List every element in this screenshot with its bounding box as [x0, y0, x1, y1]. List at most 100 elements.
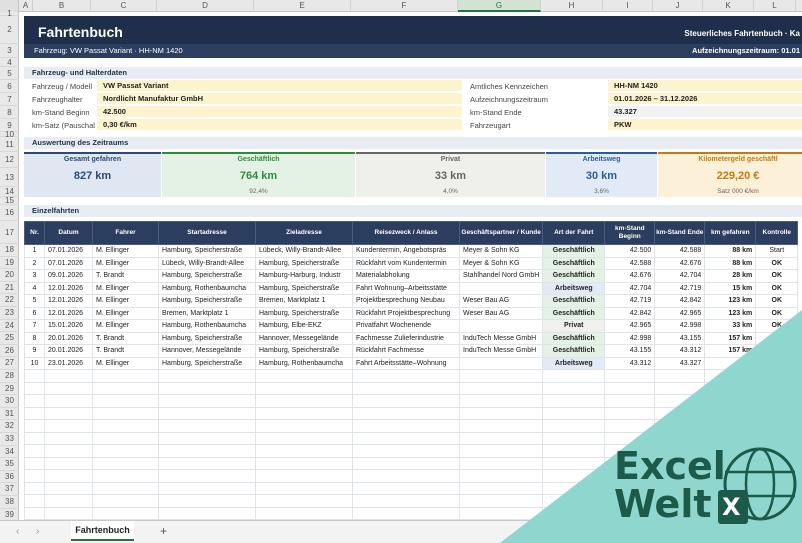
row-header[interactable]: 32 — [0, 420, 19, 433]
row-header[interactable]: 22 — [0, 294, 19, 307]
table-row[interactable]: 2 07.01.2026 M. Ellinger Lübeck, Willy-Bran… — [24, 256, 799, 270]
table-cell[interactable] — [44, 369, 93, 383]
table-cell[interactable]: InduTech Messe GmbH — [458, 331, 544, 345]
row-header[interactable]: 21 — [0, 282, 19, 295]
row-header[interactable]: 12 — [0, 152, 19, 168]
table-cell[interactable] — [44, 481, 93, 495]
row-header[interactable]: 19 — [0, 257, 19, 270]
table-cell[interactable]: Fachmesse Zulieferindustrie — [352, 331, 460, 345]
table-cell[interactable]: 88 km — [704, 244, 757, 258]
row-header[interactable]: 26 — [0, 345, 19, 358]
table-cell[interactable]: Geschäftlich — [542, 269, 606, 283]
table-cell[interactable]: T. Brandt — [92, 344, 159, 358]
table-cell[interactable]: 157 km — [704, 331, 757, 345]
table-cell[interactable] — [92, 506, 159, 520]
table-cell[interactable] — [44, 456, 93, 470]
table-cell[interactable] — [44, 431, 93, 445]
table-cell[interactable] — [24, 494, 45, 508]
table-cell[interactable] — [92, 444, 159, 458]
table-cell[interactable] — [255, 369, 353, 383]
table-cell[interactable]: Lübeck, Willy-Brandt-Allee — [255, 244, 353, 258]
km-start-value[interactable]: 42.500 — [97, 106, 462, 118]
table-cell[interactable]: Hamburg, Rothenbaumcha — [158, 281, 256, 295]
table-cell[interactable]: 43.312 — [604, 356, 656, 370]
table-row[interactable]: 6 12.01.2026 M. Ellinger Bremen, Marktplatz… — [24, 306, 799, 320]
table-cell[interactable] — [24, 431, 45, 445]
table-cell[interactable] — [704, 406, 757, 420]
table-cell[interactable] — [255, 456, 353, 470]
table-cell[interactable] — [604, 419, 656, 433]
table-cell[interactable] — [92, 469, 159, 483]
table-cell[interactable] — [352, 419, 460, 433]
table-cell[interactable] — [92, 406, 159, 420]
table-cell[interactable]: M. Ellinger — [92, 356, 159, 370]
table-cell[interactable] — [542, 456, 606, 470]
row-header[interactable]: 37 — [0, 483, 19, 496]
row-header[interactable]: 33 — [0, 433, 19, 446]
table-cell[interactable]: OK — [755, 294, 799, 308]
table-cell[interactable] — [158, 394, 256, 408]
table-cell[interactable] — [604, 381, 656, 395]
table-cell[interactable] — [44, 406, 93, 420]
table-cell[interactable] — [255, 419, 353, 433]
table-cell[interactable]: 6 — [24, 306, 45, 320]
table-cell[interactable] — [755, 469, 799, 483]
column-header-h[interactable]: H — [541, 0, 603, 12]
table-cell[interactable] — [542, 494, 606, 508]
table-cell[interactable] — [255, 469, 353, 483]
table-cell[interactable] — [255, 394, 353, 408]
table-cell[interactable] — [92, 419, 159, 433]
table-cell[interactable]: 42.588 — [604, 256, 656, 270]
table-cell[interactable]: Kundentermin, Angebotspräs — [352, 244, 460, 258]
table-cell[interactable] — [458, 356, 544, 370]
table-cell[interactable] — [704, 356, 757, 370]
row-header[interactable]: 34 — [0, 446, 19, 459]
table-cell[interactable]: Rückfahrt Fachmesse — [352, 344, 460, 358]
table-cell[interactable]: Hamburg, Speicherstraße — [255, 256, 353, 270]
row-header[interactable]: 3 — [0, 44, 19, 58]
table-cell[interactable]: Hamburg, Speicherstraße — [255, 306, 353, 320]
table-cell[interactable] — [458, 431, 544, 445]
table-cell[interactable] — [704, 431, 757, 445]
table-cell[interactable]: OK — [755, 331, 799, 345]
table-cell[interactable]: 42.676 — [604, 269, 656, 283]
table-cell[interactable]: Hamburg-Harburg, Industr — [255, 269, 353, 283]
row-header[interactable]: 29 — [0, 383, 19, 396]
table-cell[interactable] — [92, 494, 159, 508]
table-cell[interactable]: Lübeck, Willy-Brandt-Allee — [158, 256, 256, 270]
table-cell[interactable] — [542, 381, 606, 395]
table-cell[interactable] — [458, 319, 544, 333]
table-cell[interactable] — [24, 381, 45, 395]
table-cell[interactable] — [542, 419, 606, 433]
table-cell[interactable]: 5 — [24, 294, 45, 308]
table-cell[interactable]: OK — [755, 256, 799, 270]
table-cell[interactable]: Hamburg, Speicherstraße — [158, 356, 256, 370]
table-cell[interactable] — [542, 506, 606, 520]
table-cell[interactable]: 42.704 — [604, 281, 656, 295]
table-cell[interactable]: 28 km — [704, 269, 757, 283]
table-cell[interactable]: 07.01.2026 — [44, 244, 93, 258]
table-row[interactable]: 1 07.01.2026 M. Ellinger Hamburg, Speichers… — [24, 244, 799, 258]
table-cell[interactable] — [352, 406, 460, 420]
table-cell[interactable] — [755, 456, 799, 470]
table-cell[interactable]: M. Ellinger — [92, 294, 159, 308]
column-header-c[interactable]: C — [91, 0, 157, 12]
vehicle-type-value[interactable]: PKW — [608, 119, 802, 131]
table-cell[interactable]: 88 km — [704, 256, 757, 270]
table-cell[interactable]: 1 — [24, 244, 45, 258]
table-cell[interactable] — [44, 394, 93, 408]
column-header-a[interactable]: A — [19, 0, 33, 12]
row-header[interactable]: 31 — [0, 408, 19, 421]
table-cell[interactable] — [458, 381, 544, 395]
row-header[interactable]: 35 — [0, 458, 19, 471]
table-cell[interactable]: 3 — [24, 269, 45, 283]
table-cell[interactable] — [458, 494, 544, 508]
table-cell[interactable]: M. Ellinger — [92, 256, 159, 270]
table-cell[interactable]: 42.842 — [654, 294, 706, 308]
table-cell[interactable]: 33 km — [704, 319, 757, 333]
table-cell[interactable]: Geschäftlich — [542, 306, 606, 320]
table-cell[interactable] — [755, 369, 799, 383]
table-cell[interactable] — [158, 369, 256, 383]
table-cell[interactable]: InduTech Messe GmbH — [458, 344, 544, 358]
table-cell[interactable]: 42.965 — [654, 306, 706, 320]
